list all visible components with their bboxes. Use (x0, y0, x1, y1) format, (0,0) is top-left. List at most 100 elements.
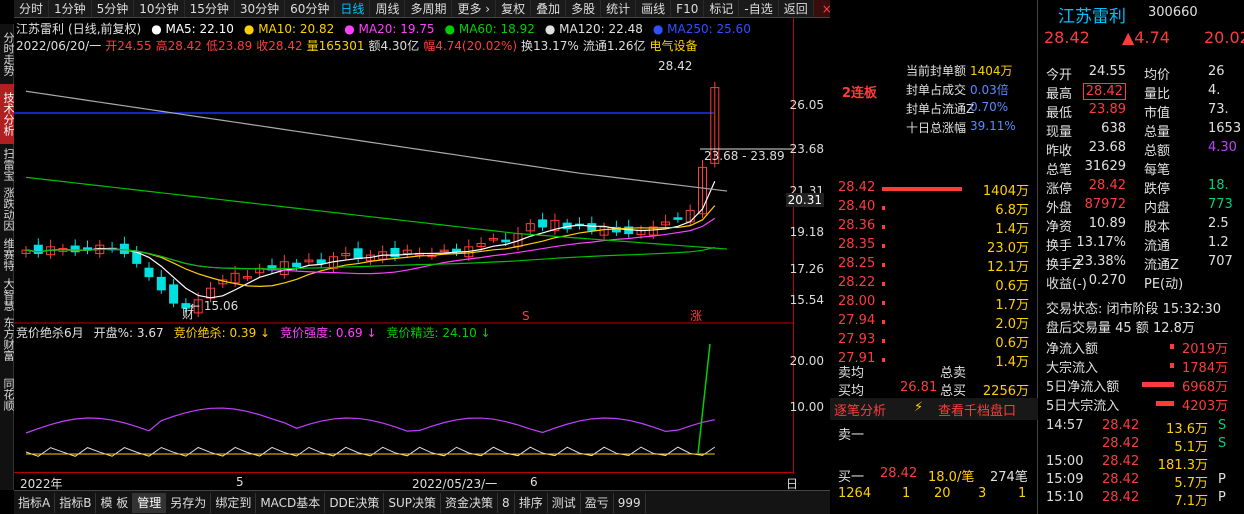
toolbar-item-1[interactable]: 1分钟 (49, 0, 92, 17)
toolbar-item-15[interactable]: 画线 (636, 0, 672, 17)
stat-value-10: 23.38% (1076, 254, 1126, 269)
toolbar-item-9[interactable]: 多周期 (405, 0, 453, 17)
bid-price-7[interactable]: 27.94 (838, 313, 875, 328)
tick-time-0: 14:57 (1046, 418, 1084, 433)
tick-vol-4: 7.1万 (1174, 494, 1208, 509)
kline-chart[interactable]: 28.42 ← 15.06 23.68 - 23.89 财 S 涨 江苏雷利 (日线,前复权… (14, 18, 794, 474)
zhang-marker: 涨 (690, 308, 702, 323)
toolbar-item-10[interactable]: 更多 › (452, 0, 497, 17)
sidebar-tab-3[interactable]: 涨跌动因 (0, 184, 15, 234)
sum-label-b1: 总买 (940, 384, 967, 399)
tick-time-4: 15:10 (1046, 490, 1084, 505)
bid-price-1[interactable]: 28.40 (838, 199, 875, 214)
toolbar-item-14[interactable]: 统计 (601, 0, 637, 17)
stat-value2-10: 707 (1208, 254, 1233, 269)
indicator-tab-4[interactable]: 另存为 (166, 492, 212, 513)
toolbar-item-8[interactable]: 周线 (370, 0, 406, 17)
indicator-tab-11[interactable]: 排序 (515, 492, 548, 513)
bid-price-2[interactable]: 28.36 (838, 218, 875, 233)
stat-label2-1: 量比 (1144, 87, 1171, 102)
sidebar-tab-2[interactable]: 扫雷宝 (0, 144, 15, 184)
toolbar-item-13[interactable]: 多股 (566, 0, 602, 17)
stock-title: 江苏雷利 (16, 22, 65, 36)
stat-value-11: 0.270 (1088, 273, 1126, 288)
seal-label-2: 封单占流通Z (906, 102, 975, 116)
toolbar-item-19[interactable]: 返回 (779, 0, 814, 17)
toolbar-item-11[interactable]: 复权 (496, 0, 532, 17)
toolbar-item-2[interactable]: 5分钟 (92, 0, 135, 17)
bid-price-0[interactable]: 28.42 (838, 180, 875, 195)
bid-price-5[interactable]: 28.22 (838, 275, 875, 290)
indicator-tab-9[interactable]: 资金决策 (441, 492, 499, 513)
stat-value-7: 87972 (1084, 197, 1126, 212)
candle-body (144, 267, 154, 278)
sidebar-tab-5[interactable]: 大智慧 (0, 274, 15, 314)
tick-vol-3: 5.7万 (1174, 476, 1208, 491)
toolbar-item-12[interactable]: 叠加 (531, 0, 567, 17)
flow-value-0: 2019万 (1182, 342, 1229, 357)
sidebar-tab-0[interactable]: 分时走势 (0, 24, 15, 84)
indicator-tab-1[interactable]: 指标B (55, 492, 97, 513)
sidebar-tab-6[interactable]: 东方财富 (0, 314, 15, 364)
flow-value-1: 1784万 (1182, 361, 1229, 376)
bid-bar-4 (882, 263, 885, 267)
current-price-tag: 20.31 (785, 193, 824, 207)
indicator-tab-12[interactable]: 测试 (548, 492, 581, 513)
indicator-tab-8[interactable]: SUP决策 (384, 492, 442, 513)
candle-body (119, 243, 129, 254)
indicator-tab-14[interactable]: 999 (614, 492, 646, 513)
candle-body (501, 239, 511, 243)
tick-time-3: 15:09 (1046, 472, 1084, 487)
indicator-tab-3[interactable]: 管理 (133, 492, 167, 513)
buy1-field-3: 274笔 (990, 470, 1028, 485)
toolbar-item-0[interactable]: 分时 (14, 0, 50, 17)
indicator-tab-13[interactable]: 盈亏 (581, 492, 614, 513)
stat-value2-9: 1.2 (1208, 235, 1229, 250)
indicator-tab-5[interactable]: 绑定到 (211, 492, 257, 513)
ma60-curve (25, 176, 728, 250)
last-price: 28.42 (1044, 28, 1090, 47)
candle-body (156, 276, 166, 291)
toolbar-item-16[interactable]: F10 (671, 0, 705, 17)
toolbar-item-6[interactable]: 60分钟 (285, 0, 336, 17)
stat-value-9: 13.17% (1076, 235, 1126, 250)
bid-bar-9 (882, 358, 885, 362)
stat-label-5: 总笔 (1046, 163, 1073, 178)
bid-price-8[interactable]: 27.93 (838, 332, 875, 347)
candle-body (538, 219, 548, 228)
seal-value-1: 0.03倍 (970, 83, 1009, 97)
toolbar-item-3[interactable]: 10分钟 (134, 0, 185, 17)
depth-view-link[interactable]: 查看千档盘口 (938, 400, 1016, 419)
indicator-tab-0[interactable]: 指标A (14, 492, 56, 513)
tick-side-3: P (1218, 472, 1226, 487)
bid-bar-5 (882, 282, 885, 286)
indicator-tab-7[interactable]: DDE决策 (325, 492, 385, 513)
buy1-queue-3: 3 (978, 486, 987, 501)
sidebar-tab-1[interactable]: 技术分析 (0, 84, 15, 144)
sidebar-tab-7[interactable]: 同花顺 (0, 364, 15, 424)
toolbar-item-7[interactable]: 日线 (335, 0, 371, 17)
order-book-panel: 2连板 当前封单额 1404万 封单占成交 0.03倍 封单占流通Z 0.70% 十日总涨幅 3… (830, 0, 1038, 514)
bid-price-6[interactable]: 28.00 (838, 294, 875, 309)
close-button[interactable]: × (813, 0, 830, 17)
bolt-icon: ⚡ (914, 400, 924, 415)
tick-time-2: 15:00 (1046, 454, 1084, 469)
indicator-tab-6[interactable]: MACD基本 (256, 492, 326, 513)
bid-price-3[interactable]: 28.35 (838, 237, 875, 252)
buy1-field-0: 买一 (838, 470, 865, 485)
seal-label-0: 当前封单额 (906, 64, 967, 78)
stat-value2-6: 18. (1208, 178, 1229, 193)
toolbar-item-5[interactable]: 30分钟 (235, 0, 286, 17)
indicator-value-0: 开盘%: 3.67 (93, 326, 164, 340)
sidebar-tab-4[interactable]: 维赛特 (0, 234, 15, 274)
indicator-tab-10[interactable]: 8 (498, 492, 515, 513)
toolbar-item-17[interactable]: 标记 (704, 0, 740, 17)
sum-val-a1: 26.81 (900, 380, 938, 395)
indicator-tab-2[interactable]: 模 板 (96, 492, 134, 513)
tick-analysis-link[interactable]: 逐笔分析 (834, 400, 886, 419)
ohlc-field-5: 量165301 (306, 39, 365, 53)
trade-status: 交易状态: 闭市阶段 15:32:30 (1046, 302, 1222, 317)
toolbar-item-18[interactable]: -自选 (739, 0, 779, 17)
toolbar-item-4[interactable]: 15分钟 (185, 0, 235, 17)
bid-price-4[interactable]: 28.25 (838, 256, 875, 271)
